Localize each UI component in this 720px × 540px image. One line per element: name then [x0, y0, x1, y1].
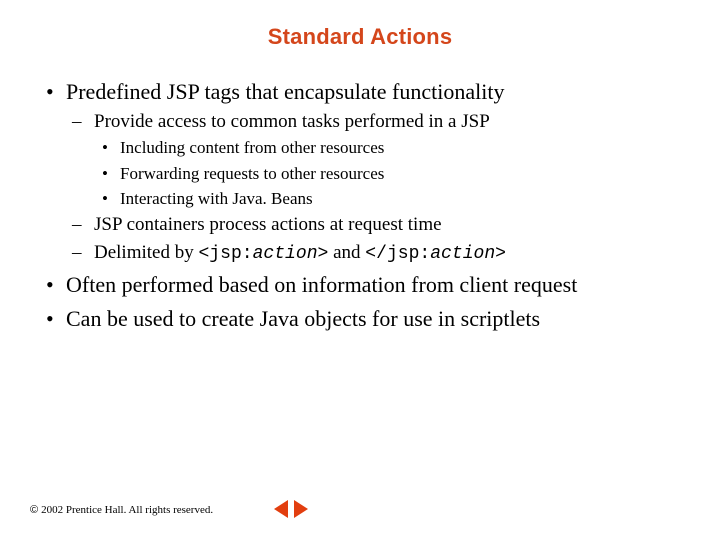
next-icon[interactable]: [294, 500, 308, 518]
code-text: action: [430, 244, 495, 264]
bullet-sublist: Provide access to common tasks performed…: [66, 110, 680, 266]
code-text: action: [253, 244, 318, 264]
bullet-text: Can be used to create Java objects for u…: [66, 306, 540, 331]
code-text: </jsp:: [365, 244, 430, 264]
bullet-text: Delimited by: [94, 242, 198, 263]
bullet-item: Forwarding requests to other resources: [94, 163, 680, 184]
bullet-list: Predefined JSP tags that encapsulate fun…: [40, 78, 680, 332]
bullet-item: Can be used to create Java objects for u…: [40, 305, 680, 333]
bullet-item: Delimited by <jsp:action> and </jsp:acti…: [66, 241, 680, 266]
bullet-text: Interacting with Java. Beans: [120, 189, 313, 208]
bullet-text: Often performed based on information fro…: [66, 272, 577, 297]
bullet-text: Provide access to common tasks performed…: [94, 111, 490, 132]
bullet-sublist: Including content from other resources F…: [94, 137, 680, 209]
bullet-item: Often performed based on information fro…: [40, 271, 680, 299]
bullet-item: Provide access to common tasks performed…: [66, 110, 680, 210]
slide: Standard Actions Predefined JSP tags tha…: [0, 0, 720, 540]
code-text: <jsp:: [198, 244, 252, 264]
bullet-text: and: [328, 242, 365, 263]
bullet-item: JSP containers process actions at reques…: [66, 213, 680, 237]
bullet-text: Forwarding requests to other resources: [120, 164, 384, 183]
footer: © 2002 Prentice Hall. All rights reserve…: [30, 498, 690, 522]
code-text: >: [495, 244, 506, 264]
prev-icon[interactable]: [274, 500, 288, 518]
bullet-item: Predefined JSP tags that encapsulate fun…: [40, 78, 680, 265]
nav-controls: [274, 500, 308, 518]
copyright-icon: ©: [30, 504, 38, 516]
code-text: >: [318, 244, 329, 264]
copyright-text: 2002 Prentice Hall. All rights reserved.: [41, 504, 213, 516]
bullet-item: Interacting with Java. Beans: [94, 188, 680, 209]
bullet-text: Including content from other resources: [120, 138, 384, 157]
bullet-text: Predefined JSP tags that encapsulate fun…: [66, 79, 504, 104]
slide-title: Standard Actions: [40, 24, 680, 50]
bullet-text: JSP containers process actions at reques…: [94, 214, 442, 235]
bullet-item: Including content from other resources: [94, 137, 680, 158]
